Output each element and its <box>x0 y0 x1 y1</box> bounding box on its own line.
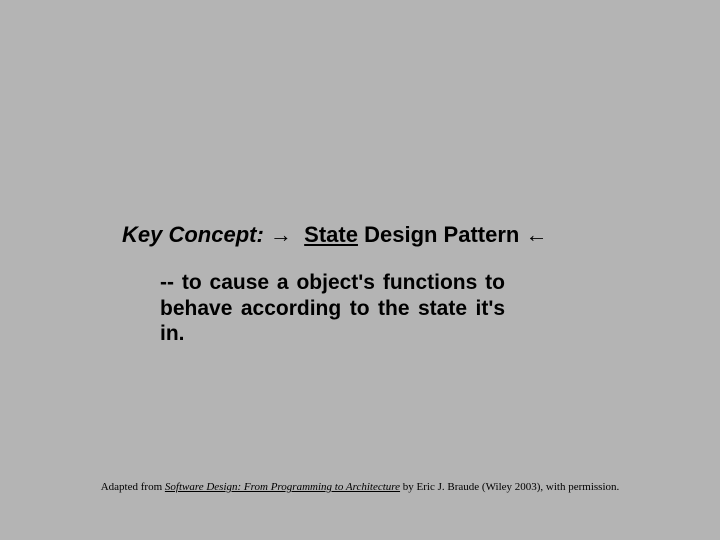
footer-book-title: Software Design: From Programming to Arc… <box>165 481 400 493</box>
footer-suffix: by Eric J. Braude (Wiley 2003), with per… <box>400 481 619 493</box>
slide-body: -- to cause a object's functions to beha… <box>160 270 505 347</box>
slide-heading: Key Concept: → State Design Pattern ← <box>122 222 656 248</box>
slide: Key Concept: → State Design Pattern ← --… <box>0 0 720 540</box>
title-group: State Design Pattern <box>298 222 525 247</box>
title-state: State <box>304 222 358 247</box>
arrow-left-icon: ← <box>525 222 547 247</box>
title-design-pattern: Design Pattern <box>364 222 519 247</box>
arrow-right-icon: → <box>270 222 292 247</box>
footer-prefix: Adapted from <box>101 481 165 493</box>
slide-footer: Adapted from Software Design: From Progr… <box>0 481 720 493</box>
key-concept-label: Key Concept: <box>122 222 264 247</box>
